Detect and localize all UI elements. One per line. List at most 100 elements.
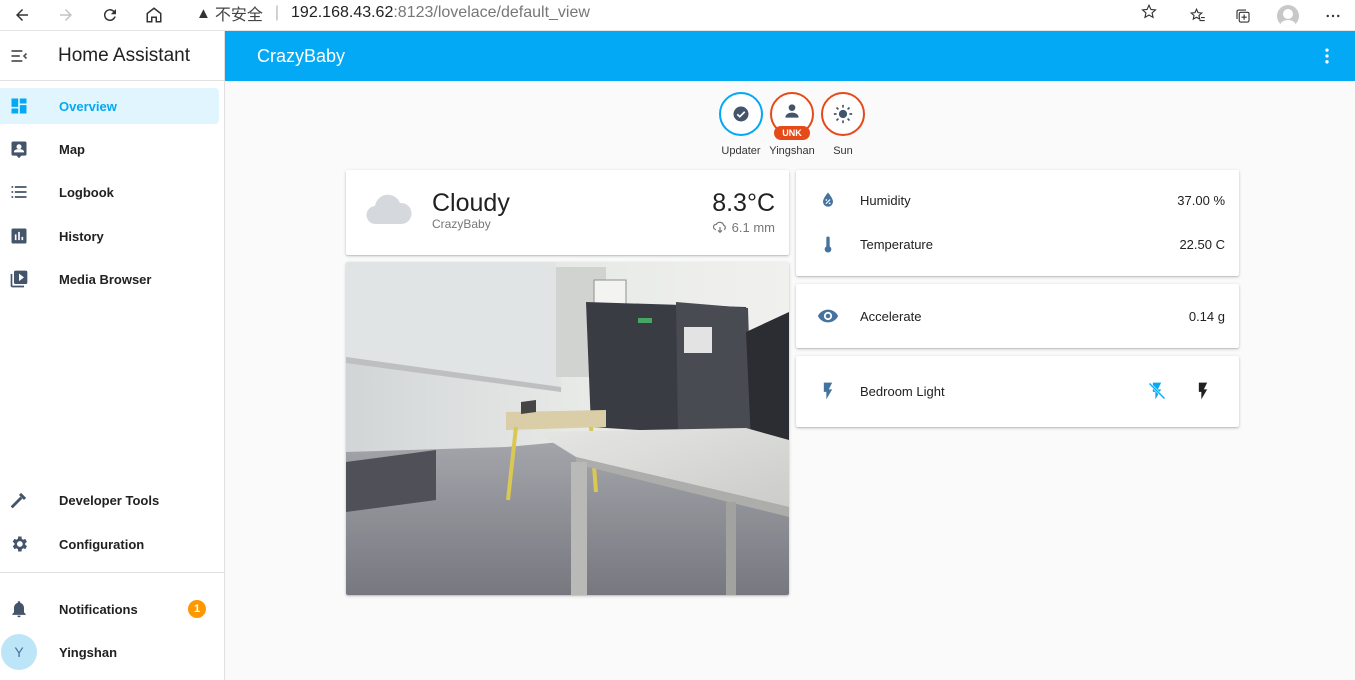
- sidebar-item-label: Map: [59, 141, 85, 157]
- sun-icon: [833, 104, 853, 124]
- camera-card[interactable]: [346, 262, 789, 595]
- thermometer-icon: [796, 234, 860, 254]
- browser-menu-button[interactable]: [1310, 0, 1355, 31]
- sidebar-item-map[interactable]: Map: [0, 131, 219, 167]
- home-icon: [146, 7, 162, 23]
- sidebar-item-label: Logbook: [59, 184, 114, 200]
- entity-label: Humidity: [860, 192, 911, 208]
- app-header: CrazyBaby: [225, 31, 1355, 81]
- collections-button[interactable]: [1220, 0, 1265, 31]
- browser-toolbar: ▲ 不安全 | 192.168.43.62:8123/lovelace/defa…: [0, 0, 1355, 31]
- sidebar-item-label: Notifications: [59, 601, 138, 617]
- warning-icon: ▲: [196, 4, 211, 22]
- sidebar: Home Assistant Overview Map Logbook Hist…: [0, 31, 225, 680]
- camera-image: [346, 262, 789, 595]
- badge-yingshan[interactable]: UNK Yingshan: [769, 92, 815, 157]
- refresh-button[interactable]: [88, 0, 132, 31]
- badge-updater[interactable]: Updater: [719, 92, 763, 157]
- turn-on-button[interactable]: [1193, 381, 1213, 406]
- weather-temperature: 8.3°C: [712, 189, 775, 217]
- entity-row-bedroom-light[interactable]: Bedroom Light: [796, 379, 1239, 403]
- cloudy-icon: [366, 194, 412, 225]
- sidebar-item-configuration[interactable]: Configuration: [0, 526, 219, 562]
- more-vertical-icon[interactable]: [1317, 46, 1337, 71]
- badge-circle: UNK: [770, 92, 814, 140]
- flash-off-icon: [1148, 382, 1166, 400]
- precipitation-value: 6.1 mm: [731, 219, 775, 235]
- entity-row-temperature[interactable]: Temperature 22.50 C: [796, 232, 1239, 256]
- arrow-left-icon: [16, 9, 28, 21]
- cog-icon: [0, 534, 38, 554]
- sidebar-item-overview[interactable]: Overview: [0, 88, 219, 124]
- sidebar-header: Home Assistant: [0, 31, 224, 81]
- map-account-icon: [0, 139, 38, 159]
- insecure-label: 不安全: [214, 7, 263, 24]
- entity-row-humidity[interactable]: Humidity 37.00 %: [796, 188, 1239, 212]
- sidebar-item-label: Yingshan: [59, 644, 118, 660]
- entity-row-accelerate[interactable]: Accelerate 0.14 g: [796, 304, 1239, 328]
- sidebar-divider: [0, 572, 224, 573]
- flash-icon: [796, 381, 860, 401]
- url-path: :8123/lovelace/default_view: [393, 4, 590, 21]
- flash-on-icon: [1198, 382, 1208, 400]
- account-icon: [785, 104, 799, 118]
- entity-value: 37.00 %: [1177, 192, 1225, 208]
- badge-label: Sun: [833, 145, 853, 157]
- sidebar-item-developer-tools[interactable]: Developer Tools: [0, 482, 219, 518]
- address-bar[interactable]: ▲ 不安全 | 192.168.43.62:8123/lovelace/defa…: [182, 0, 1168, 26]
- badge-sun[interactable]: Sun: [821, 92, 865, 157]
- entity-label: Accelerate: [860, 308, 922, 324]
- accelerate-card: Accelerate 0.14 g: [796, 284, 1239, 348]
- favorite-star-icon[interactable]: [1140, 3, 1158, 26]
- water-percent-icon: [796, 190, 860, 210]
- weather-card[interactable]: Cloudy CrazyBaby 8.3°C 6.1 mm: [346, 170, 789, 255]
- refresh-icon: [103, 9, 116, 22]
- sensors-card: Humidity 37.00 % Temperature 22.50 C: [796, 170, 1239, 276]
- weather-precipitation: 6.1 mm: [712, 219, 775, 235]
- notification-count-badge: 1: [188, 600, 206, 618]
- hammer-icon: [0, 490, 38, 510]
- turn-off-button[interactable]: [1147, 381, 1167, 406]
- cloud-rain-icon: [712, 221, 726, 234]
- list-icon: [0, 182, 38, 202]
- favorites-list-icon: [1189, 7, 1205, 21]
- back-button[interactable]: [0, 0, 44, 31]
- entity-value: 0.14 g: [1188, 308, 1225, 324]
- entity-value: 22.50 C: [1179, 236, 1225, 252]
- dashboard-icon: [0, 96, 38, 116]
- sidebar-item-label: Media Browser: [59, 271, 152, 287]
- page-title: CrazyBaby: [257, 45, 346, 66]
- badge-circle: [821, 92, 865, 136]
- sidebar-item-label: History: [59, 228, 104, 244]
- sidebar-item-history[interactable]: History: [0, 218, 219, 254]
- light-card: Bedroom Light: [796, 356, 1239, 427]
- sidebar-item-notifications[interactable]: Notifications 1: [0, 591, 224, 627]
- eye-icon: [796, 305, 860, 327]
- favorites-button[interactable]: [1175, 0, 1220, 31]
- check-circle-icon: [733, 106, 749, 122]
- weather-condition: Cloudy: [432, 189, 510, 217]
- bell-icon: [0, 599, 38, 619]
- sidebar-title: Home Assistant: [58, 44, 190, 66]
- state-label: UNK: [774, 126, 810, 140]
- sidebar-item-label: Overview: [59, 98, 117, 114]
- profile-avatar-icon: [1276, 4, 1299, 27]
- url-host: 192.168.43.62: [291, 4, 394, 21]
- more-horizontal-icon: [1326, 14, 1339, 17]
- arrow-right-icon: [60, 9, 72, 21]
- play-box-multiple-icon: [0, 269, 38, 289]
- home-button[interactable]: [132, 0, 176, 31]
- chart-box-icon: [0, 226, 38, 246]
- forward-button[interactable]: [44, 0, 88, 31]
- address-separator: |: [274, 4, 280, 21]
- avatar: Y: [1, 634, 37, 670]
- menu-collapse-icon[interactable]: [0, 46, 38, 66]
- sidebar-item-label: Configuration: [59, 536, 145, 552]
- sidebar-item-logbook[interactable]: Logbook: [0, 174, 219, 210]
- profile-button[interactable]: [1265, 0, 1310, 31]
- sidebar-item-media-browser[interactable]: Media Browser: [0, 261, 219, 297]
- weather-entity-name: CrazyBaby: [432, 217, 491, 231]
- sidebar-item-profile[interactable]: Y Yingshan: [0, 634, 219, 670]
- browser-right-tools: [1175, 0, 1355, 31]
- sidebar-item-label: Developer Tools: [59, 492, 160, 508]
